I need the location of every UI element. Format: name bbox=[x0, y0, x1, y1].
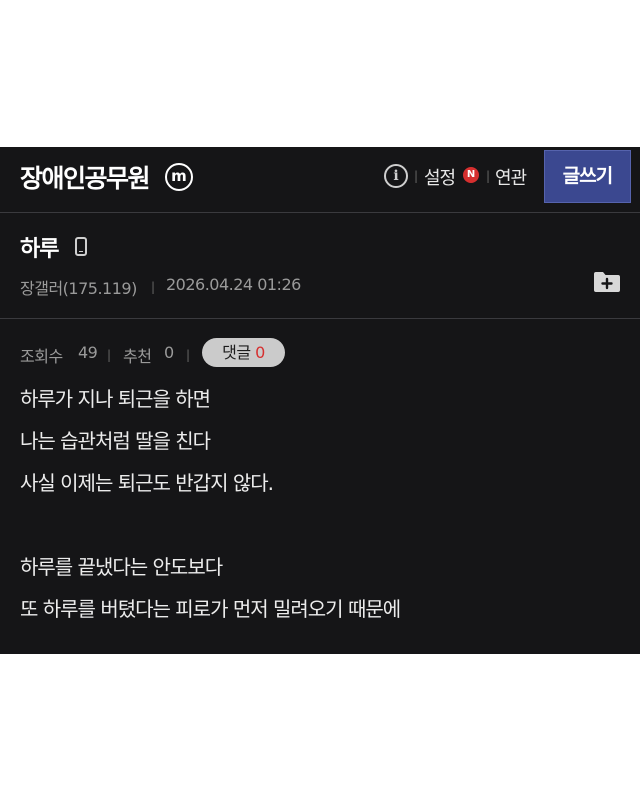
related-link[interactable]: 연관 bbox=[495, 164, 527, 190]
post-body-line: 또 하루를 버텼다는 피로가 먼저 밀려오기 때문에 bbox=[20, 597, 401, 621]
settings-link[interactable]: 설정 bbox=[424, 164, 456, 190]
recommend-count-label: 추천 bbox=[123, 347, 152, 366]
separator: | bbox=[186, 348, 191, 362]
post-author[interactable]: 장갤러(175.119) bbox=[20, 275, 137, 299]
separator: | bbox=[486, 169, 491, 183]
post-body-line: 하루를 끝냈다는 안도보다 bbox=[20, 555, 223, 579]
post-title: 하루 bbox=[20, 237, 59, 262]
recommend-count: 0 bbox=[164, 343, 174, 362]
post-body-line: 사실 이제는 퇴근도 반갑지 않다. bbox=[20, 471, 274, 495]
comments-count: 0 bbox=[255, 343, 265, 362]
new-badge: N bbox=[463, 167, 479, 183]
view-count-label: 조회수 bbox=[20, 347, 63, 366]
view-count: 49 bbox=[78, 343, 98, 362]
post-body-line: 하루가 지나 퇴근을 하면 bbox=[20, 387, 211, 411]
post-body-line: 나는 습관처럼 딸을 친다 bbox=[20, 429, 211, 453]
post-datetime: 2026.04.24 01:26 bbox=[166, 275, 301, 294]
post-view: 장애인공무원 m i | 설정 N | 연관 글쓰기 하루 장갤러(175.11… bbox=[0, 147, 640, 654]
separator: | bbox=[107, 348, 112, 362]
comments-label: 댓글 bbox=[222, 343, 251, 362]
add-folder-icon[interactable] bbox=[593, 271, 621, 293]
gallery-title[interactable]: 장애인공무원 bbox=[20, 159, 151, 195]
gallery-header: 장애인공무원 m i | 설정 N | 연관 글쓰기 bbox=[0, 147, 640, 213]
divider bbox=[0, 318, 640, 319]
divider bbox=[0, 212, 640, 213]
separator: | bbox=[151, 280, 156, 294]
write-button[interactable]: 글쓰기 bbox=[544, 150, 631, 203]
comments-button[interactable]: 댓글 0 bbox=[202, 338, 285, 367]
info-icon[interactable]: i bbox=[384, 164, 408, 188]
separator: | bbox=[414, 169, 419, 183]
mobile-icon bbox=[75, 237, 87, 256]
minor-gallery-icon: m bbox=[165, 163, 193, 191]
